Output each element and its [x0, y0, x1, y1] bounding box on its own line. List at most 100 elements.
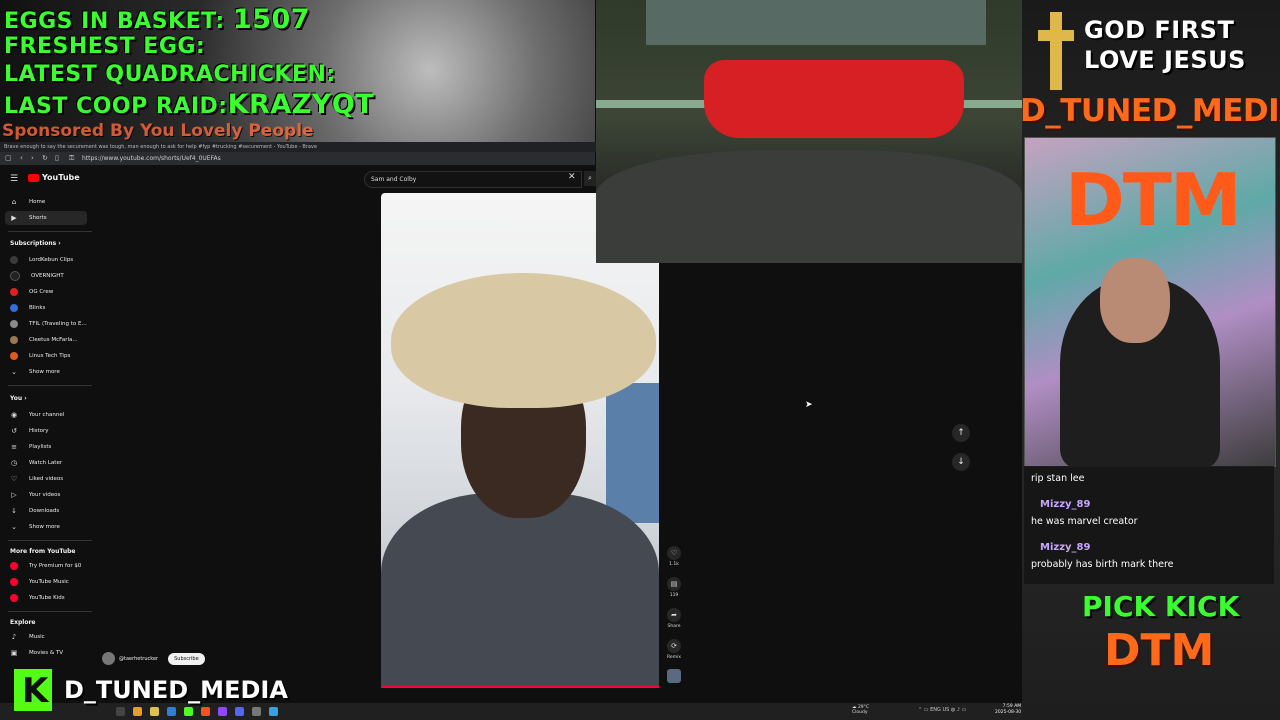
discord-icon[interactable] — [235, 707, 244, 716]
youtube-logo[interactable]: YouTube — [28, 173, 80, 182]
sidebar-item-subscription[interactable]: OVERNIGHT — [10, 269, 64, 283]
sidebar-item-subscription[interactable]: Cleetus McFarla... — [10, 333, 78, 347]
system-tray[interactable]: ⌃ ▭ ENG US ◍ ♪ ▭ — [918, 707, 966, 713]
chevron-down-icon: ⌄ — [11, 368, 17, 376]
remix-button[interactable]: ⟳ Remix — [667, 639, 681, 660]
taskbar-clock[interactable]: 7:59 AM 2025-08-30 — [995, 704, 1021, 715]
dtm-wall-logo: DTM — [1065, 158, 1242, 242]
chat-message: probably has birth mark there — [1031, 559, 1174, 570]
sidebar-item-subscription[interactable]: OG Crew — [10, 285, 53, 299]
next-short-button[interactable]: ↓ — [952, 453, 970, 471]
channel-avatar — [10, 352, 18, 360]
pick-kick-text: PICK KICK — [1082, 590, 1240, 623]
folder-icon[interactable] — [150, 707, 159, 716]
channel-avatar — [10, 304, 18, 312]
short-video-player[interactable] — [381, 193, 659, 688]
video-person-shirt — [381, 493, 659, 688]
youtube-premium-icon — [10, 562, 18, 570]
divider — [8, 540, 92, 541]
sponsor-text: Sponsored By You Lovely People — [2, 121, 314, 141]
last-coop-raid: LAST COOP RAID:KRAZYQT — [4, 89, 375, 120]
edge-icon[interactable] — [167, 707, 176, 716]
sidebar-item-home[interactable]: ⌂ Home — [10, 195, 45, 209]
god-first-text: GOD FIRST — [1084, 16, 1235, 44]
like-button[interactable]: ♡ 1.1k — [667, 546, 681, 567]
sidebar-item-kids[interactable]: YouTube Kids — [10, 591, 65, 605]
kick-logo-icon: K — [14, 669, 52, 711]
home-icon: ⌂ — [11, 198, 17, 206]
eggs-count: 1507 — [232, 4, 311, 35]
reload-icon[interactable]: ↻ — [42, 154, 48, 162]
shorts-icon: ▶ — [11, 214, 17, 222]
address-bar[interactable]: ▢ ‹ › ↻ ▯ ⚿ https://www.youtube.com/shor… — [0, 152, 595, 165]
chat-username: Mizzy_89 — [1040, 542, 1091, 553]
sidebar-item-music[interactable]: ♪ Music — [10, 630, 45, 644]
subscriptions-header[interactable]: Subscriptions › — [10, 240, 61, 247]
search-icon[interactable]: ⌕ — [584, 171, 596, 186]
storage-shelf — [646, 0, 986, 45]
sidebar-item-downloads[interactable]: ↓ Downloads — [10, 504, 59, 518]
sidebar-item-subscription[interactable]: TFIL (Traveling to E... — [10, 317, 87, 331]
clock-icon: ◷ — [10, 459, 18, 467]
sidebar-item-subscription[interactable]: Blinks — [10, 301, 45, 315]
sidebar-item-movies[interactable]: ▣ Movies & TV — [10, 646, 63, 660]
comment-button[interactable]: ▤ 119 — [667, 577, 681, 598]
sidebar-toggle-icon[interactable]: ▢ — [5, 154, 12, 162]
chat-message: rip stan lee — [1031, 473, 1085, 484]
browser-tab-title[interactable]: Brave enough to say the securement was t… — [0, 142, 599, 152]
you-header[interactable]: You › — [10, 395, 27, 402]
like-icon: ♡ — [10, 475, 18, 483]
sidebar-item-premium[interactable]: Try Premium for $0 — [10, 559, 81, 573]
obs-icon[interactable] — [252, 707, 261, 716]
forward-icon[interactable]: › — [31, 154, 34, 162]
sidebar-item-your-channel[interactable]: ◉ Your channel — [10, 408, 64, 422]
brave-icon[interactable] — [201, 707, 210, 716]
share-button[interactable]: ➦ Share — [667, 608, 681, 629]
channel-handle[interactable]: @taerhetrucker — [119, 656, 158, 662]
twitch-icon[interactable] — [218, 707, 227, 716]
sidebar-item-subscription[interactable]: LordKebun Clips — [10, 253, 73, 267]
divider — [8, 231, 92, 232]
app-icon[interactable] — [269, 707, 278, 716]
url-text[interactable]: https://www.youtube.com/shorts/Uef4_0UEF… — [82, 155, 221, 162]
sidebar-item-watch-later[interactable]: ◷ Watch Later — [10, 456, 62, 470]
mouse-cursor-icon: ➤ — [805, 400, 813, 410]
sound-thumbnail[interactable] — [667, 669, 681, 685]
chat-username: Mizzy_89 — [1040, 499, 1091, 510]
video-progress-bar[interactable] — [381, 686, 659, 688]
video-icon: ▷ — [11, 491, 17, 499]
sidebar-item-playlists[interactable]: ≡ Playlists — [10, 440, 51, 454]
you-show-more[interactable]: ⌄ Show more — [10, 520, 60, 534]
kick-app-icon[interactable] — [184, 707, 193, 716]
avatar[interactable] — [102, 652, 115, 665]
file-explorer-icon[interactable] — [133, 707, 142, 716]
weather-widget[interactable]: ☁ 29°C Cloudy — [852, 705, 869, 715]
youtube-play-icon — [28, 173, 39, 182]
clear-search-icon[interactable]: ✕ — [568, 172, 576, 182]
sidebar-item-shorts[interactable]: ▶ Shorts — [10, 211, 46, 225]
sidebar-item-music-app[interactable]: YouTube Music — [10, 575, 69, 589]
divider — [8, 611, 92, 612]
video-cowboy-hat — [391, 273, 656, 408]
download-icon: ↓ — [11, 507, 17, 515]
sidebar-item-liked-videos[interactable]: ♡ Liked videos — [10, 472, 63, 486]
subscriptions-show-more[interactable]: ⌄ Show more — [10, 365, 60, 379]
back-icon[interactable]: ‹ — [20, 154, 23, 162]
playlists-icon: ≡ — [11, 443, 17, 451]
channel-icon: ◉ — [10, 411, 18, 419]
share-icon: ➦ — [667, 608, 681, 622]
channel-avatar — [10, 288, 18, 296]
subscribe-button[interactable]: Subscribe — [168, 652, 205, 665]
chat-message: he was marvel creator — [1031, 516, 1138, 527]
menu-icon[interactable]: ☰ — [10, 174, 18, 184]
cross-icon — [1038, 12, 1074, 90]
search-input[interactable]: Sam and Colby — [364, 171, 582, 188]
previous-short-button[interactable]: ↑ — [952, 424, 970, 442]
chevron-down-icon: ⌄ — [11, 523, 17, 531]
sidebar-item-subscription[interactable]: Linus Tech Tips — [10, 349, 70, 363]
sidebar-item-history[interactable]: ↺ History — [10, 424, 49, 438]
sidebar-item-your-videos[interactable]: ▷ Your videos — [10, 488, 60, 502]
bookmark-icon[interactable]: ▯ — [55, 154, 59, 162]
task-view-icon[interactable] — [116, 707, 125, 716]
youtube-kids-icon — [10, 594, 18, 602]
